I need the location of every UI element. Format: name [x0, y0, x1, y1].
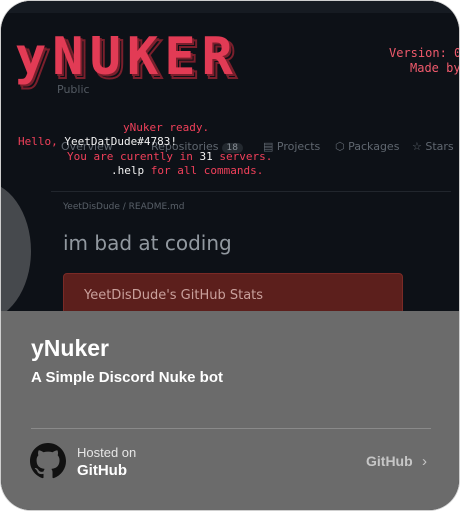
card-divider — [31, 428, 431, 429]
github-top-bar — [1, 1, 459, 13]
servers-count: 31 — [199, 150, 213, 163]
ascii-logo: yNUKER yNUKER — [15, 27, 239, 88]
hosted-label: Hosted on — [77, 445, 137, 460]
username: YeetDatDude#4783 — [64, 135, 171, 148]
readme-path: YeetDisDude / README.md — [63, 202, 185, 212]
ready-line: yNuker ready. — [123, 121, 210, 134]
github-stats-card: YeetDisDude's GitHub Stats — [63, 273, 403, 311]
preview-image: Public Overview Repositories 18 ▤ Project… — [1, 1, 459, 311]
help-line: .help for all commands. — [111, 164, 264, 177]
tab-stars: ☆ Stars — [412, 140, 454, 153]
link-preview-card[interactable]: Public Overview Repositories 18 ▤ Project… — [1, 1, 459, 510]
made-by-line: Made by — [410, 61, 459, 75]
card-subtitle: A Simple Discord Nuke bot — [31, 369, 223, 386]
profile-avatar — [1, 181, 31, 311]
github-octocat-icon — [30, 443, 66, 479]
github-link[interactable]: GitHub — [366, 453, 413, 469]
chevron-right-icon[interactable]: › — [422, 453, 427, 470]
github-stats-label: YeetDisDude's GitHub Stats — [84, 288, 264, 303]
card-title: yNuker — [31, 335, 109, 361]
tab-packages: ⬡ Packages — [335, 140, 400, 153]
github-divider — [51, 191, 451, 192]
ascii-logo-text: yNUKER — [15, 27, 239, 87]
help-command: .help — [111, 164, 145, 177]
version-line: Version: 0 — [389, 46, 459, 60]
servers-line: You are curently in 31 servers. — [67, 150, 273, 163]
hello-line: Hello, YeetDatDude#4783! — [18, 135, 177, 148]
readme-heading: im bad at coding — [63, 231, 232, 255]
host-name: GitHub — [77, 462, 127, 479]
